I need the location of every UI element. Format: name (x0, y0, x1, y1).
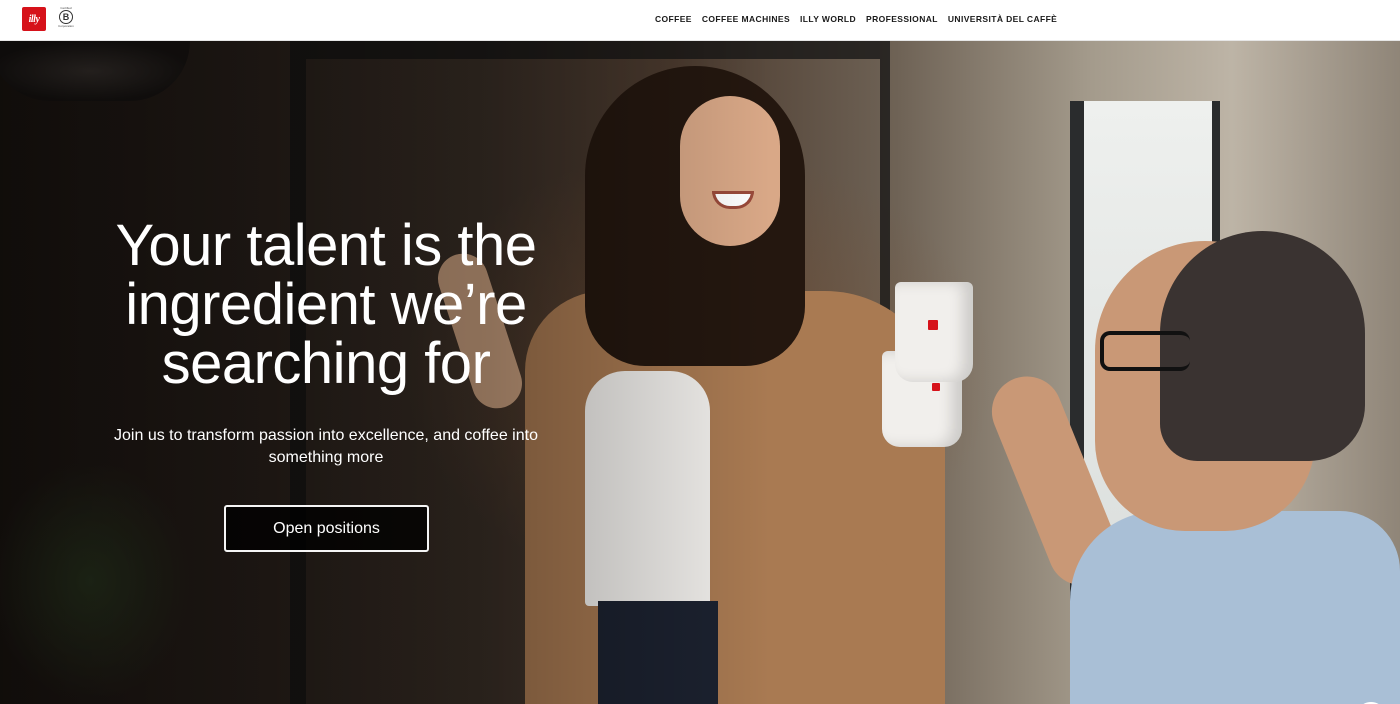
bcorp-corporation-text: Corporation (58, 24, 74, 28)
illy-logo[interactable]: illy (22, 7, 46, 31)
nav-item-professional[interactable]: PROFESSIONAL (866, 14, 938, 24)
hero-subline: Join us to transform passion into excell… (114, 427, 538, 466)
illy-logo-text: illy (28, 13, 40, 25)
site-header: illy Certified B Corporation COFFEE COFF… (0, 0, 1400, 41)
open-positions-button[interactable]: Open positions (224, 505, 429, 552)
nav-item-coffee[interactable]: COFFEE (655, 14, 692, 24)
hero-headline: Your talent is the ingredient we’re sear… (115, 213, 537, 396)
nav-item-coffee-machines[interactable]: COFFEE MACHINES (702, 14, 790, 24)
main-nav: COFFEE COFFEE MACHINES ILLY WORLD PROFES… (655, 14, 1057, 24)
nav-item-illy-world[interactable]: ILLY WORLD (800, 14, 856, 24)
bcorp-badge: Certified B Corporation (57, 6, 75, 34)
bcorp-mark: B (59, 10, 73, 24)
hero-section: Your talent is the ingredient we’re sear… (0, 41, 1400, 704)
nav-item-universita-del-caffe[interactable]: UNIVERSITÀ DEL CAFFÈ (948, 14, 1057, 24)
hero-text-block: Your talent is the ingredient we’re sear… (60, 216, 592, 469)
